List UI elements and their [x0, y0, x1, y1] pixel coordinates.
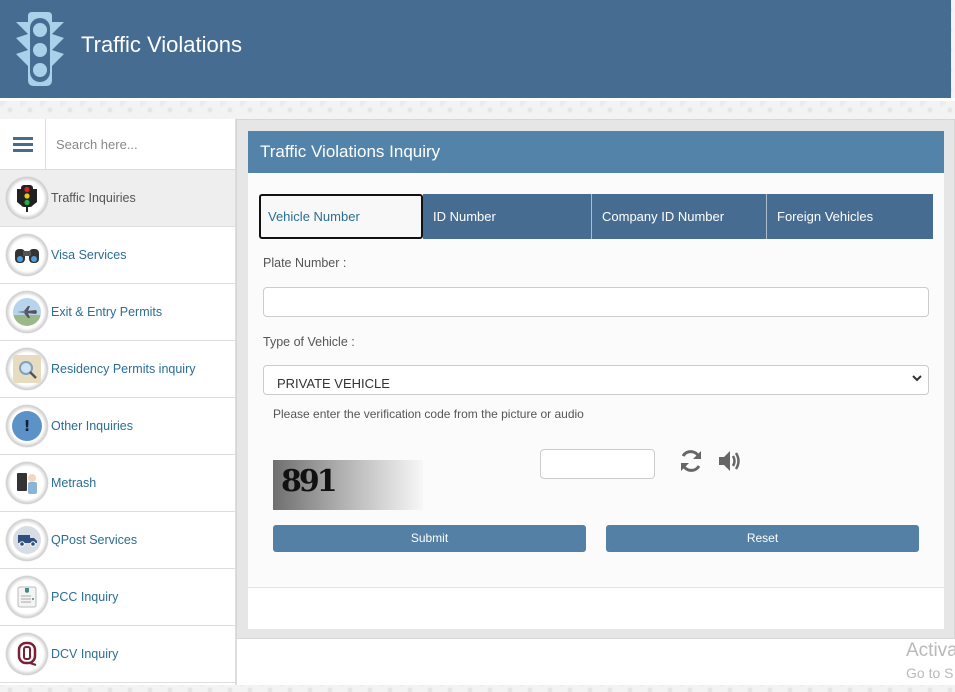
sidebar-item-metrash[interactable]: Metrash	[0, 455, 235, 512]
sidebar-item-traffic-inquiries[interactable]: Traffic Inquiries	[0, 170, 235, 227]
sidebar-item-other-inquiries[interactable]: ! Other Inquiries	[0, 398, 235, 455]
magnifier-document-icon	[6, 348, 48, 390]
vehicle-type-select[interactable]: PRIVATE VEHICLE	[263, 365, 929, 395]
binoculars-icon	[6, 234, 48, 276]
reset-button[interactable]: Reset	[606, 525, 919, 552]
sidebar-item-label: Visa Services	[51, 248, 127, 262]
sidebar-search-row	[0, 119, 235, 170]
header-divider	[0, 98, 955, 101]
chevron-down-icon	[912, 375, 922, 382]
submit-button[interactable]: Submit	[273, 525, 586, 552]
captcha-input[interactable]	[540, 449, 655, 479]
vehicle-type-label: Type of Vehicle :	[263, 335, 355, 349]
traffic-light-icon	[16, 12, 64, 86]
tab-foreign-vehicles[interactable]: Foreign Vehicles	[766, 194, 933, 239]
search-input[interactable]	[46, 119, 235, 169]
plate-number-label: Plate Number :	[263, 256, 347, 270]
plate-number-input[interactable]	[263, 287, 929, 317]
sidebar-item-residency-permits[interactable]: Residency Permits inquiry	[0, 341, 235, 398]
sidebar-item-visa-services[interactable]: Visa Services	[0, 227, 235, 284]
activation-watermark-subtitle: Go to S	[906, 665, 954, 681]
sidebar-item-label: DCV Inquiry	[51, 647, 119, 661]
captcha-code: 891	[281, 464, 338, 499]
main-content: Traffic Violations Inquiry Vehicle Numbe…	[236, 119, 955, 639]
tab-company-id-number[interactable]: Company ID Number	[591, 194, 766, 239]
dcv-logo-icon	[6, 633, 48, 675]
tab-vehicle-number[interactable]: Vehicle Number	[259, 194, 423, 239]
app-title: Traffic Violations	[81, 32, 243, 57]
sidebar-item-label: QPost Services	[51, 533, 138, 547]
sidebar-item-qpost-services[interactable]: QPost Services	[0, 512, 235, 569]
hamburger-menu-icon	[12, 134, 33, 155]
metrash-icon	[6, 462, 48, 504]
sidebar-item-label: Exit & Entry Permits	[51, 305, 163, 319]
sidebar-item-pcc-inquiry[interactable]: PCC Inquiry	[0, 569, 235, 626]
sidebar-item-label: Metrash	[51, 476, 97, 490]
speaker-icon[interactable]	[716, 447, 744, 475]
sidebar-item-label: Residency Permits inquiry	[51, 362, 196, 376]
exclamation-bubble-icon: !	[6, 405, 48, 447]
sidebar-item-dcv-inquiry[interactable]: DCV Inquiry	[0, 626, 235, 683]
airplane-icon	[6, 291, 48, 333]
captcha-image: 891	[273, 460, 423, 510]
vehicle-type-selected: PRIVATE VEHICLE	[277, 375, 390, 391]
footer-area	[236, 639, 955, 685]
refresh-icon[interactable]	[677, 447, 705, 475]
tab-id-number[interactable]: ID Number	[423, 194, 591, 239]
panel-title: Traffic Violations Inquiry	[248, 131, 944, 173]
hamburger-menu-button[interactable]	[0, 119, 46, 170]
sidebar-item-exit-entry-permits[interactable]: Exit & Entry Permits	[0, 284, 235, 341]
certificate-icon	[6, 576, 48, 618]
traffic-light-icon	[6, 177, 48, 219]
activation-watermark-title: Activa	[906, 640, 955, 661]
delivery-van-icon	[6, 519, 48, 561]
inquiry-panel: Traffic Violations Inquiry Vehicle Numbe…	[248, 131, 944, 629]
inquiry-tabs: Vehicle Number ID Number Company ID Numb…	[259, 194, 934, 239]
inquiry-form: Vehicle Number ID Number Company ID Numb…	[248, 173, 944, 588]
captcha-instruction: Please enter the verification code from …	[273, 407, 584, 421]
sidebar: Traffic Inquiries Visa Services Exit & E…	[0, 119, 236, 685]
sidebar-item-label: PCC Inquiry	[51, 590, 119, 604]
sidebar-item-label: Other Inquiries	[51, 419, 133, 433]
app-header: Traffic Violations	[0, 0, 951, 98]
sidebar-item-label: Traffic Inquiries	[51, 191, 136, 205]
